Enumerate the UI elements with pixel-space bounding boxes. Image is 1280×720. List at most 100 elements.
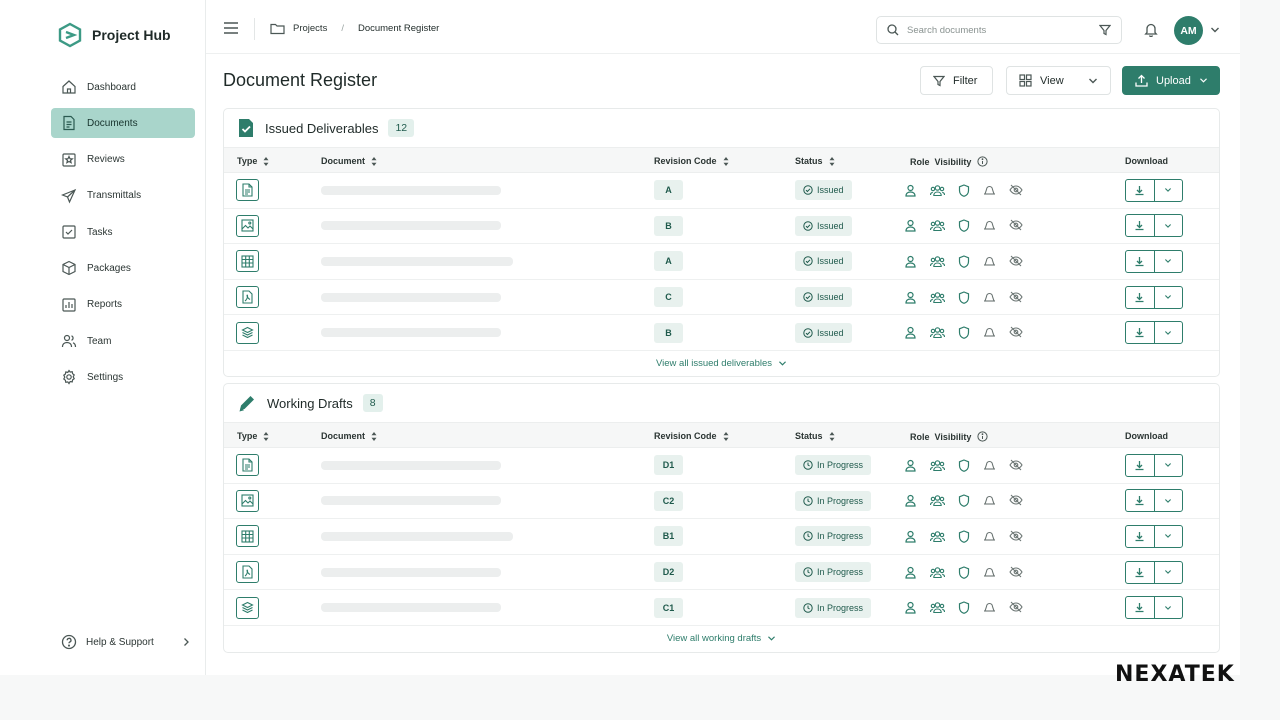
download-icon[interactable] xyxy=(1126,251,1154,272)
chevron-down-icon[interactable] xyxy=(1210,26,1220,34)
brand[interactable]: Project Hub xyxy=(58,22,171,48)
table-row[interactable]: B Issued xyxy=(224,315,1219,351)
document-cell[interactable] xyxy=(321,244,513,279)
chevron-down-icon[interactable] xyxy=(1153,215,1183,237)
shield-icon[interactable] xyxy=(958,601,970,615)
shield-icon[interactable] xyxy=(958,290,970,304)
document-cell[interactable] xyxy=(321,315,501,350)
sort-icon[interactable] xyxy=(723,156,729,166)
table-row[interactable]: B1 In Progress xyxy=(224,519,1219,555)
info-icon[interactable] xyxy=(977,156,988,167)
download-icon[interactable] xyxy=(1126,597,1154,618)
document-cell[interactable] xyxy=(321,209,501,244)
eye-off-icon[interactable] xyxy=(1009,601,1023,614)
group-icon[interactable] xyxy=(930,291,945,304)
sort-icon[interactable] xyxy=(723,431,729,441)
download-icon[interactable] xyxy=(1126,526,1154,547)
table-row[interactable]: B Issued xyxy=(224,209,1219,245)
column-header-revision[interactable]: Revision Code xyxy=(654,156,729,166)
download-icon[interactable] xyxy=(1126,490,1154,511)
eye-off-icon[interactable] xyxy=(1009,219,1023,232)
sort-icon[interactable] xyxy=(371,431,377,441)
group-icon[interactable] xyxy=(930,326,945,339)
download-icon[interactable] xyxy=(1126,562,1154,583)
person-icon[interactable] xyxy=(904,566,917,579)
column-header-type[interactable]: Type xyxy=(237,431,269,441)
sidebar-item-reports[interactable]: Reports xyxy=(51,290,195,320)
column-header-revision[interactable]: Revision Code xyxy=(654,431,729,441)
sidebar-item-documents[interactable]: Documents xyxy=(51,108,195,139)
view-all-issued-link[interactable]: View all issued deliverables xyxy=(224,351,1219,377)
shield-icon[interactable] xyxy=(958,184,970,197)
sidebar-item-tasks[interactable]: Tasks xyxy=(51,217,195,247)
document-cell[interactable] xyxy=(321,173,501,208)
group-icon[interactable] xyxy=(930,219,945,232)
sidebar-item-packages[interactable]: Packages xyxy=(51,253,195,283)
bell-outline-icon[interactable] xyxy=(983,459,996,472)
group-icon[interactable] xyxy=(930,494,945,507)
bell-outline-icon[interactable] xyxy=(983,566,996,579)
table-row[interactable]: C1 In Progress xyxy=(224,590,1219,626)
eye-off-icon[interactable] xyxy=(1009,494,1023,507)
download-icon[interactable] xyxy=(1126,287,1154,308)
person-icon[interactable] xyxy=(904,326,917,339)
filter-funnel-icon[interactable] xyxy=(1099,24,1111,36)
sort-icon[interactable] xyxy=(263,431,269,441)
column-header-document[interactable]: Document xyxy=(321,431,377,441)
group-icon[interactable] xyxy=(930,601,945,614)
sidebar-item-settings[interactable]: Settings xyxy=(51,362,195,392)
avatar[interactable]: AM xyxy=(1174,16,1203,45)
document-cell[interactable] xyxy=(321,448,501,483)
bell-outline-icon[interactable] xyxy=(983,291,996,304)
download-icon[interactable] xyxy=(1126,455,1154,476)
view-all-drafts-link[interactable]: View all working drafts xyxy=(224,626,1219,652)
eye-off-icon[interactable] xyxy=(1009,326,1023,339)
chevron-down-icon[interactable] xyxy=(1153,597,1183,619)
bell-outline-icon[interactable] xyxy=(983,601,996,614)
chevron-down-icon[interactable] xyxy=(1153,525,1183,547)
person-icon[interactable] xyxy=(904,219,917,232)
document-cell[interactable] xyxy=(321,590,501,625)
sort-icon[interactable] xyxy=(829,431,835,441)
table-row[interactable]: D2 In Progress xyxy=(224,555,1219,591)
shield-icon[interactable] xyxy=(958,255,970,268)
column-header-status[interactable]: Status xyxy=(795,431,835,441)
document-cell[interactable] xyxy=(321,280,501,315)
sidebar-item-dashboard[interactable]: Dashboard xyxy=(51,72,195,102)
chevron-down-icon[interactable] xyxy=(1153,179,1183,201)
person-icon[interactable] xyxy=(904,255,917,268)
group-icon[interactable] xyxy=(930,530,945,543)
column-header-status[interactable]: Status xyxy=(795,156,835,166)
bell-outline-icon[interactable] xyxy=(983,219,996,232)
sidebar-item-transmittals[interactable]: Transmittals xyxy=(51,181,195,211)
document-cell[interactable] xyxy=(321,519,513,554)
sort-icon[interactable] xyxy=(263,156,269,166)
upload-button[interactable]: Upload xyxy=(1122,66,1220,95)
shield-icon[interactable] xyxy=(958,494,970,508)
download-icon[interactable] xyxy=(1126,322,1154,343)
person-icon[interactable] xyxy=(904,530,917,543)
bell-outline-icon[interactable] xyxy=(983,494,996,507)
eye-off-icon[interactable] xyxy=(1009,566,1023,579)
download-icon[interactable] xyxy=(1126,180,1154,201)
shield-icon[interactable] xyxy=(958,459,970,472)
shield-icon[interactable] xyxy=(958,219,970,233)
column-header-document[interactable]: Document xyxy=(321,156,377,166)
chevron-down-icon[interactable] xyxy=(1153,286,1183,308)
chevron-down-icon[interactable] xyxy=(1153,322,1183,344)
bell-outline-icon[interactable] xyxy=(983,255,996,268)
shield-icon[interactable] xyxy=(958,565,970,579)
info-icon[interactable] xyxy=(977,431,988,442)
person-icon[interactable] xyxy=(904,459,917,472)
sort-icon[interactable] xyxy=(371,156,377,166)
table-row[interactable]: A Issued xyxy=(224,173,1219,209)
chevron-down-icon[interactable] xyxy=(1153,561,1183,583)
table-row[interactable]: C2 In Progress xyxy=(224,484,1219,520)
group-icon[interactable] xyxy=(930,255,945,268)
group-icon[interactable] xyxy=(930,459,945,472)
eye-off-icon[interactable] xyxy=(1009,184,1023,197)
chevron-down-icon[interactable] xyxy=(1153,490,1183,512)
bell-outline-icon[interactable] xyxy=(983,184,996,197)
shield-icon[interactable] xyxy=(958,326,970,340)
table-row[interactable]: A Issued xyxy=(224,244,1219,280)
